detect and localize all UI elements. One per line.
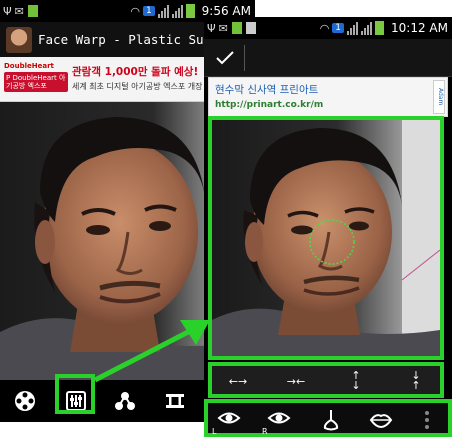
usb-icon: Ψ	[207, 21, 216, 35]
status-time: 10:12 AM	[391, 21, 448, 35]
nose-button[interactable]	[314, 406, 348, 434]
notification-badge: 1	[142, 6, 155, 16]
battery-badge-icon	[231, 22, 242, 34]
molecule-button[interactable]	[110, 386, 140, 416]
screenshot-composite: Ψ ✉ ◠ 1 9:56 AM Face Warp - Plastic Surg…	[0, 0, 452, 437]
edit-photo-drawing	[212, 120, 440, 356]
film-strip-button[interactable]	[160, 386, 190, 416]
ad-brand: DoubleHeart	[4, 62, 54, 70]
film-reel-button[interactable]	[10, 386, 40, 416]
checkmark-icon	[216, 51, 234, 65]
check-clipboard-icon	[245, 22, 256, 34]
film-strip-icon	[166, 394, 184, 408]
ad-logo: DoubleHeart P DoubleHeart 아기공방 엑스포	[4, 62, 68, 96]
ad-url: http://prinart.co.kr/m	[215, 100, 324, 110]
contract-horizontal-icon: →←	[286, 374, 306, 388]
film-reel-icon	[15, 391, 35, 411]
contract-horizontal-button[interactable]: →←	[270, 370, 322, 392]
wifi-icon: ◠	[130, 4, 140, 18]
action-bar	[204, 39, 452, 77]
wifi-icon: ◠	[319, 21, 330, 35]
more-icon	[425, 411, 429, 429]
lips-button[interactable]	[364, 406, 398, 434]
left-eye-button[interactable]: L	[212, 406, 246, 436]
right-eye-icon	[267, 412, 291, 424]
usb-icon: Ψ	[3, 4, 12, 18]
right-eye-button[interactable]: R	[262, 406, 296, 436]
action-divider	[244, 45, 245, 71]
expand-horizontal-button[interactable]: ←→	[212, 370, 264, 392]
nose-icon	[323, 410, 339, 431]
expand-vertical-icon: ↑ ↓	[351, 369, 361, 392]
right-phone-screen: Ψ ✉ ◠ 1 10:12 AM 현수막 신사역 프린아트 http://pri…	[204, 17, 452, 437]
battery-icon	[375, 21, 385, 35]
more-button[interactable]	[414, 406, 440, 434]
highlight-box-left	[55, 374, 95, 414]
mail-icon: ✉	[218, 21, 228, 35]
text-ad-banner[interactable]: 현수막 신사역 프린아트 http://prinart.co.kr/m Adam	[208, 77, 448, 117]
lips-icon	[369, 414, 393, 429]
ad-logo-box: P DoubleHeart 아기공방 엑스포	[4, 72, 68, 92]
expand-horizontal-icon: ←→	[228, 374, 248, 388]
ad-title: 현수막 신사역 프린아트	[215, 84, 319, 96]
contract-vertical-button[interactable]: ↓ ↑	[390, 370, 442, 392]
ad-provider-tag: Adam	[433, 80, 445, 114]
signal-icon	[157, 4, 169, 18]
editable-face-photo[interactable]	[208, 116, 444, 360]
right-status-bar: Ψ ✉ ◠ 1 10:12 AM	[204, 17, 452, 39]
feature-tools-bar: L R	[204, 399, 452, 437]
expand-vertical-button[interactable]: ↑ ↓	[330, 370, 382, 392]
signal-icon-2	[171, 4, 183, 18]
left-eye-label: L	[212, 427, 217, 436]
signal-icon	[347, 21, 359, 35]
contract-vertical-icon: ↓ ↑	[411, 369, 421, 392]
notification-badge: 1	[332, 23, 345, 33]
warp-direction-bar: ←→ →← ↑ ↓ ↓ ↑	[208, 362, 444, 398]
app-face-icon	[6, 26, 32, 53]
battery-icon	[185, 4, 195, 18]
left-eye-icon	[217, 412, 241, 424]
confirm-button[interactable]	[212, 45, 238, 71]
molecule-icon	[115, 392, 135, 410]
battery-badge-icon	[27, 5, 38, 17]
signal-icon-2	[361, 21, 373, 35]
ad-headline: 관람객 1,000만 돌파 예상!	[72, 66, 199, 78]
status-time: 9:56 AM	[201, 4, 251, 18]
mail-icon: ✉	[14, 4, 24, 18]
ad-subline: 세계 최초 디지털 아기공방 엑스포 개장	[72, 82, 203, 91]
right-eye-label: R	[262, 427, 268, 436]
